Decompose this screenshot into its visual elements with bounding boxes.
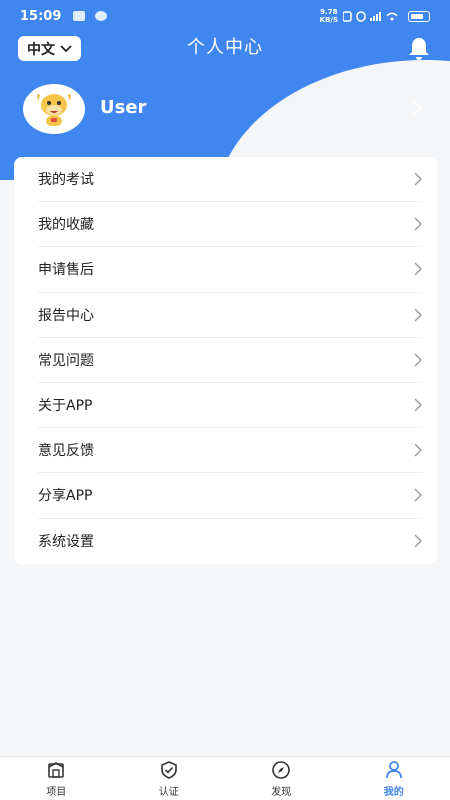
menu-item[interactable]: 关于APP	[38, 383, 423, 429]
battery-icon	[408, 10, 430, 22]
avatar[interactable]	[23, 84, 85, 134]
chevron-right-icon	[414, 443, 422, 457]
menu-item-label: 我的收藏	[38, 217, 94, 234]
menu-item[interactable]: 申请售后	[38, 247, 423, 293]
signal-icons	[343, 11, 398, 22]
menu-item[interactable]: 分享APP	[38, 473, 423, 519]
tab-person[interactable]: 我的	[338, 757, 450, 800]
menu-item[interactable]: 我的收藏	[38, 202, 423, 248]
menu-item[interactable]: 报告中心	[38, 293, 423, 338]
menu-card: 我的考试我的收藏申请售后报告中心常见问题关于APP 意见反馈分享APP 系统设置	[14, 157, 437, 564]
compass-icon	[272, 760, 291, 779]
net-speed: 9.78 KB/S	[320, 8, 338, 24]
menu-item-label: 我的考试	[38, 172, 94, 189]
tab-label: 项目	[46, 786, 67, 798]
app-notification-icon	[95, 11, 108, 21]
menu-item-label: 分享APP	[38, 488, 93, 505]
net-speed-value: 9.78	[320, 8, 338, 16]
chevron-right-icon[interactable]	[410, 99, 424, 117]
menu-item-label: 意见反馈	[38, 443, 94, 460]
status-time: 15:09	[20, 8, 62, 24]
menu-item[interactable]: 常见问题	[38, 338, 423, 383]
tab-compass[interactable]: 发现	[225, 757, 338, 800]
menu-item-label: 常见问题	[38, 352, 94, 369]
status-bar: 15:09 9.78 KB/S	[0, 0, 450, 32]
username[interactable]: User	[100, 97, 146, 118]
cartoon-ox-avatar-icon	[37, 93, 71, 126]
net-speed-unit: KB/S	[319, 16, 338, 24]
notification-icon	[73, 11, 86, 21]
menu-item-label: 关于APP	[38, 398, 93, 415]
chevron-right-icon	[414, 172, 422, 186]
tab-label: 认证	[158, 786, 179, 798]
page-title: 个人中心	[187, 37, 263, 58]
chevron-right-icon	[414, 308, 422, 322]
tab-shield-check[interactable]: 认证	[113, 757, 226, 800]
bell-icon[interactable]	[407, 36, 431, 62]
person-icon	[385, 760, 402, 778]
chevron-right-icon	[414, 217, 422, 231]
chevron-right-icon	[414, 534, 422, 548]
menu-item[interactable]: 意见反馈	[38, 428, 423, 474]
tab-label: 发现	[271, 786, 292, 798]
project-icon	[48, 761, 65, 778]
chevron-right-icon	[414, 353, 422, 367]
bottom-tab-bar: 项目 认证 发现 我的	[0, 756, 450, 800]
tab-label: 我的	[383, 786, 404, 798]
chevron-right-icon	[414, 398, 422, 412]
chevron-right-icon	[414, 488, 422, 502]
menu-item-label: 系统设置	[38, 534, 94, 551]
menu-item-label: 申请售后	[38, 262, 94, 279]
tab-project[interactable]: 项目	[0, 757, 113, 800]
menu-item[interactable]: 系统设置	[38, 519, 423, 564]
menu-item-label: 报告中心	[38, 307, 94, 324]
shield-check-icon	[160, 760, 177, 779]
menu-item[interactable]: 我的考试	[38, 157, 423, 203]
chevron-right-icon	[414, 262, 422, 276]
